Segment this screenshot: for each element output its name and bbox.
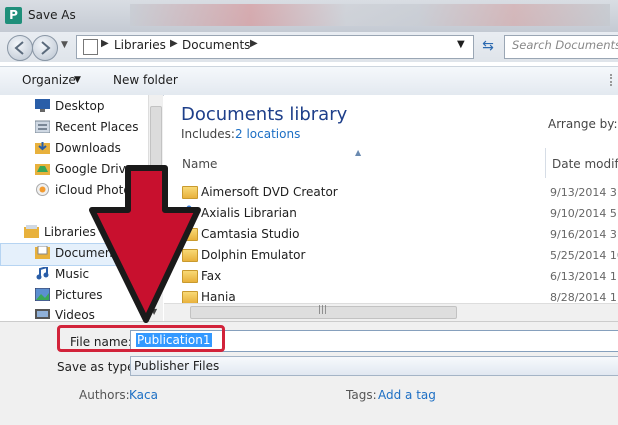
refresh-button[interactable]: ⇆ (476, 35, 500, 57)
column-header-date-modified[interactable]: Date modifie (552, 157, 618, 171)
refresh-icon: ⇆ (482, 38, 494, 54)
recent-locations-dropdown-icon[interactable]: ▼ (61, 40, 68, 50)
savetype-value: Publisher Files (134, 359, 220, 373)
chevron-right-icon[interactable]: ▶ (170, 38, 178, 49)
background-window-strip (130, 4, 610, 26)
nav-item-recent-places[interactable]: Recent Places (55, 120, 138, 134)
file-row-date: 9/13/2014 3:59 (550, 186, 618, 199)
nav-item-downloads[interactable]: Downloads (55, 141, 121, 155)
authors-value[interactable]: Kaca (129, 388, 158, 402)
arrange-by-label[interactable]: Arrange by: (548, 117, 618, 131)
chevron-right-icon[interactable]: ▶ (250, 38, 258, 49)
column-divider[interactable] (545, 148, 546, 178)
command-toolbar (0, 66, 618, 96)
file-row-name[interactable]: Aimersoft DVD Creator (201, 185, 338, 199)
organize-button[interactable]: Organize (22, 73, 76, 87)
publisher-app-icon: P (5, 7, 22, 24)
scrollbar-grip-icon: ||| (318, 305, 328, 315)
view-options-icon[interactable] (610, 74, 616, 86)
locations-link[interactable]: 2 locations (235, 127, 300, 141)
libraries-icon (24, 225, 39, 238)
pictures-icon (35, 288, 50, 301)
window-title: Save As (28, 8, 76, 22)
breadcrumb-documents[interactable]: Documents (182, 38, 250, 52)
filename-annotation-box (57, 325, 225, 352)
red-arrow-annotation-icon (89, 165, 201, 323)
search-placeholder: Search Documents (512, 38, 618, 52)
tags-label: Tags: (346, 388, 377, 402)
videos-icon (35, 309, 50, 319)
add-tag-link[interactable]: Add a tag (378, 388, 436, 402)
back-arrow-icon (14, 41, 24, 55)
icloud-icon (36, 183, 49, 196)
savetype-label: Save as type: (57, 360, 139, 374)
sort-ascending-icon: ▲ (355, 148, 362, 157)
file-row-name[interactable]: Dolphin Emulator (201, 248, 305, 262)
file-row-date: 9/16/2014 3:4 (550, 228, 618, 241)
desktop-icon (35, 99, 50, 112)
file-row-name[interactable]: Axialis Librarian (201, 206, 297, 220)
forward-arrow-icon (41, 41, 51, 55)
address-dropdown-icon[interactable]: ▼ (457, 39, 465, 50)
breadcrumb-libraries[interactable]: Libraries (114, 38, 166, 52)
music-icon (36, 267, 49, 280)
downloads-icon (35, 142, 50, 154)
authors-label: Authors: (79, 388, 130, 402)
file-row-name[interactable]: Camtasia Studio (201, 227, 299, 241)
chevron-right-icon[interactable]: ▶ (101, 38, 109, 49)
new-folder-button[interactable]: New folder (113, 73, 178, 87)
google-drive-icon (35, 164, 50, 175)
file-row-date: 5/25/2014 10 (550, 249, 618, 262)
file-row-date: 9/10/2014 5:03 (550, 207, 618, 220)
documents-icon (35, 246, 50, 259)
file-row-date: 6/13/2014 1:2 (550, 270, 618, 283)
nav-item-desktop[interactable]: Desktop (55, 99, 105, 113)
back-button[interactable] (7, 35, 33, 61)
includes-label: Includes: (181, 127, 235, 141)
library-location-icon (83, 39, 98, 55)
library-title: Documents library (181, 104, 348, 125)
forward-button[interactable] (32, 35, 58, 61)
recent-places-icon (35, 120, 50, 133)
chevron-down-icon[interactable]: ▼ (74, 75, 81, 85)
